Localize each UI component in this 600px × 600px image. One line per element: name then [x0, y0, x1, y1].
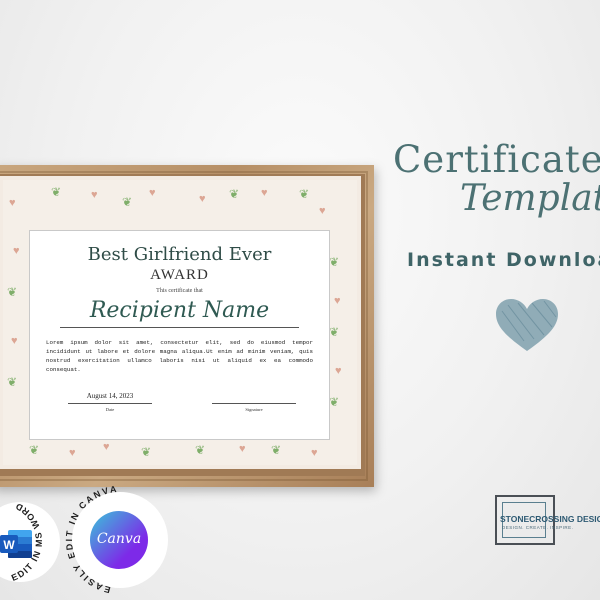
heart-icon: ♥ — [11, 335, 18, 347]
heading-template: Template — [460, 178, 600, 219]
certificate-subtitle: This certificate that — [156, 288, 203, 294]
heart-icon: ♥ — [9, 197, 16, 209]
heart-icon: ♥ — [319, 205, 326, 217]
leaf-icon: ❦ — [299, 187, 310, 201]
leaf-icon: ❦ — [229, 187, 240, 201]
date-label: Date — [105, 407, 115, 412]
heading-instant-download: Instant Download — [407, 249, 600, 271]
leaf-icon: ❦ — [51, 185, 62, 199]
recipient-name: Recipient Name — [89, 298, 270, 323]
brand-name: STONECROSSING DESIGNS — [500, 514, 600, 524]
leaf-icon: ❦ — [7, 285, 18, 299]
heading-certificate: Certificate — [393, 138, 600, 181]
date-line — [68, 403, 152, 404]
leaf-icon: ❦ — [122, 195, 133, 209]
leaf-icon: ❦ — [7, 375, 18, 389]
leaf-icon: ❦ — [195, 443, 206, 457]
leaf-icon: ❦ — [329, 395, 340, 409]
certificate-title: Best Girlfriend Ever — [87, 244, 272, 265]
certificate-award: AWARD — [150, 267, 209, 283]
heart-icon: ♥ — [149, 187, 156, 199]
signature-line — [212, 403, 296, 404]
certificate-panel: Best Girlfriend Ever AWARD This certific… — [29, 230, 330, 440]
heart-icon: ♥ — [13, 245, 20, 257]
heart-icon: ♥ — [69, 447, 76, 459]
heart-icon: ♥ — [103, 441, 110, 453]
leaf-icon: ❦ — [29, 443, 40, 457]
leaf-icon: ❦ — [271, 443, 282, 457]
canva-logo-text: Canva — [96, 531, 142, 547]
leaf-icon: ❦ — [141, 445, 152, 459]
heart-icon: ♥ — [311, 447, 318, 459]
heart-icon — [496, 299, 558, 351]
heart-icon: ♥ — [334, 295, 341, 307]
certificate-date: August 14, 2023 — [86, 392, 134, 400]
brand-tagline: DESIGN. CREATE. INSPIRE. — [502, 525, 574, 530]
leaf-icon: ❦ — [329, 255, 340, 269]
certificate-body: Lorem ipsum dolor sit amet, consectetur … — [46, 339, 313, 373]
recipient-underline — [60, 327, 299, 328]
leaf-icon: ❦ — [329, 325, 340, 339]
heart-icon: ♥ — [335, 365, 342, 377]
heart-icon: ♥ — [261, 187, 268, 199]
signature-label: Signature — [245, 407, 263, 412]
certificate-mat: ❦ ♥ ❦ ♥ ♥ ❦ ♥ ❦ ♥ ♥ ♥ ❦ ♥ ❦ ❦ ♥ ❦ ♥ ❦ ❦ … — [0, 176, 361, 469]
heart-icon: ♥ — [91, 189, 98, 201]
ms-word-letter: W — [3, 538, 15, 552]
heart-icon: ♥ — [239, 443, 246, 455]
ms-word-icon: W — [0, 530, 32, 558]
wooden-frame: ❦ ♥ ❦ ♥ ♥ ❦ ♥ ❦ ♥ ♥ ♥ ❦ ♥ ❦ ❦ ♥ ❦ ♥ ❦ ❦ … — [0, 165, 374, 487]
heart-icon: ♥ — [199, 193, 206, 205]
